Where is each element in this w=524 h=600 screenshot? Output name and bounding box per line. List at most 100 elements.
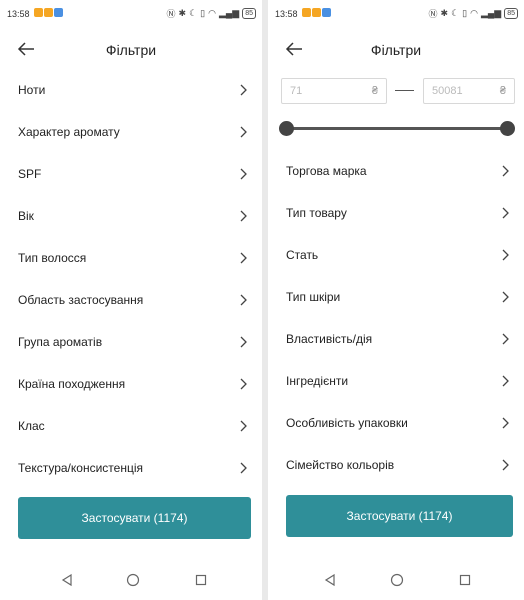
apply-button[interactable]: Застосувати (1174) xyxy=(286,495,513,537)
filter-row-hair-type[interactable]: Тип волосся xyxy=(18,237,248,279)
price-min-placeholder: 71 xyxy=(290,85,303,97)
chevron-right-icon xyxy=(240,84,247,96)
filter-row-skin-type[interactable]: Тип шкіри xyxy=(286,276,510,318)
chevron-right-icon xyxy=(502,459,509,471)
filter-row-aroma-character[interactable]: Характер аромату xyxy=(18,111,248,153)
currency-symbol: ₴ xyxy=(371,85,378,97)
system-icons: Ⓝ ✱ ☾ ▯ ◠ ▂▄▆ 85 xyxy=(167,7,256,20)
chevron-right-icon xyxy=(502,207,509,219)
status-time: 13:58 xyxy=(7,9,30,19)
chevron-right-icon xyxy=(240,294,247,306)
price-slider-max-handle[interactable] xyxy=(500,121,515,136)
chevron-right-icon xyxy=(502,291,509,303)
filter-row-product-type[interactable]: Тип товару xyxy=(286,192,510,234)
signal-icon: ▂▄▆ xyxy=(218,8,240,18)
vibrate-icon: ▯ xyxy=(200,8,206,18)
nav-back-icon[interactable] xyxy=(323,573,337,587)
dnd-icon: ✱ xyxy=(440,8,449,18)
filter-row-brand[interactable]: Торгова марка xyxy=(286,150,510,192)
filter-row-label: Текстура/консистенція xyxy=(18,461,143,475)
moon-icon: ☾ xyxy=(189,8,198,18)
filter-row-packaging[interactable]: Особливість упаковки xyxy=(286,402,510,444)
system-icons: Ⓝ ✱ ☾ ▯ ◠ ▂▄▆ 85 xyxy=(429,7,518,20)
system-nav-bar xyxy=(0,564,262,600)
battery-icon: 85 xyxy=(242,8,256,19)
filter-row-property[interactable]: Властивість/дія xyxy=(286,318,510,360)
nfc-icon: Ⓝ xyxy=(166,9,176,19)
filter-row-age[interactable]: Вік xyxy=(18,195,248,237)
filter-row-label: Торгова марка xyxy=(286,164,367,178)
nav-home-icon[interactable] xyxy=(126,573,140,587)
app-notification-icon xyxy=(54,8,63,17)
price-slider-track[interactable] xyxy=(286,127,508,130)
filters-screen-right: 13:58 Ⓝ ✱ ☾ ▯ ◠ ▂▄▆ 85 Фільтри 71 ₴ 5008… xyxy=(268,0,524,600)
chevron-right-icon xyxy=(240,378,247,390)
status-bar: 13:58 Ⓝ ✱ ☾ ▯ ◠ ▂▄▆ 85 xyxy=(268,0,524,28)
chevron-right-icon xyxy=(502,333,509,345)
signal-icon: ▂▄▆ xyxy=(480,8,502,18)
app-notification-icon xyxy=(312,8,321,17)
header: Фільтри xyxy=(0,32,262,68)
filter-row-label: Тип волосся xyxy=(18,251,87,265)
filter-row-notes[interactable]: Ноти xyxy=(18,69,248,111)
chevron-right-icon xyxy=(240,252,247,264)
page-title: Фільтри xyxy=(105,42,157,58)
chevron-right-icon xyxy=(240,168,247,180)
apply-button[interactable]: Застосувати (1174) xyxy=(18,497,251,539)
filter-row-label: Група ароматів xyxy=(18,335,103,349)
nav-recents-icon[interactable] xyxy=(194,573,208,587)
filter-row-class[interactable]: Клас xyxy=(18,405,248,447)
chevron-right-icon xyxy=(502,417,509,429)
filter-row-label: Особливість упаковки xyxy=(286,416,408,430)
app-notification-icon xyxy=(34,8,43,17)
filter-row-ingredients[interactable]: Інгредієнти xyxy=(286,360,510,402)
filter-row-label: SPF xyxy=(18,167,42,181)
filter-row-texture[interactable]: Текстура/консистенція xyxy=(18,447,248,489)
filter-row-label: Тип шкіри xyxy=(286,290,341,304)
chevron-right-icon xyxy=(240,420,247,432)
moon-icon: ☾ xyxy=(451,8,460,18)
filter-row-label: Клас xyxy=(18,419,45,433)
battery-icon: 85 xyxy=(504,8,518,19)
status-time: 13:58 xyxy=(275,9,298,19)
filter-row-label: Країна походження xyxy=(18,377,126,391)
filter-row-label: Тип товару xyxy=(286,206,347,220)
nav-home-icon[interactable] xyxy=(390,573,404,587)
filter-row-spf[interactable]: SPF xyxy=(18,153,248,195)
wifi-icon: ◠ xyxy=(470,8,478,18)
filter-row-label: Стать xyxy=(286,248,319,262)
filter-row-label: Вік xyxy=(18,209,34,223)
price-min-input[interactable]: 71 ₴ xyxy=(281,78,387,104)
dnd-icon: ✱ xyxy=(178,8,187,18)
app-notification-icon xyxy=(44,8,53,17)
chevron-right-icon xyxy=(502,165,509,177)
filter-row-country[interactable]: Країна походження xyxy=(18,363,248,405)
chevron-right-icon xyxy=(240,462,247,474)
filter-row-application-area[interactable]: Область застосування xyxy=(18,279,248,321)
wifi-icon: ◠ xyxy=(208,8,216,18)
price-slider-min-handle[interactable] xyxy=(279,121,294,136)
filter-row-gender[interactable]: Стать xyxy=(286,234,510,276)
chevron-right-icon xyxy=(502,249,509,261)
header: Фільтри xyxy=(268,32,524,68)
price-max-placeholder: 50081 xyxy=(432,85,463,97)
filter-row-label: Властивість/дія xyxy=(286,332,373,346)
filter-row-color-family[interactable]: Сімейство кольорів xyxy=(286,444,510,486)
vibrate-icon: ▯ xyxy=(462,8,468,18)
price-max-input[interactable]: 50081 ₴ xyxy=(423,78,515,104)
currency-symbol: ₴ xyxy=(499,85,506,97)
system-nav-bar xyxy=(268,564,524,600)
filters-screen-left: 13:58 Ⓝ ✱ ☾ ▯ ◠ ▂▄▆ 85 Фільтри Ноти Хара… xyxy=(0,0,262,600)
filter-row-label: Характер аромату xyxy=(18,125,120,139)
filter-row-aroma-group[interactable]: Група ароматів xyxy=(18,321,248,363)
nfc-icon: Ⓝ xyxy=(428,9,438,19)
nav-back-icon[interactable] xyxy=(60,573,74,587)
filter-row-label: Область застосування xyxy=(18,293,144,307)
filter-row-label: Сімейство кольорів xyxy=(286,458,395,472)
chevron-right-icon xyxy=(240,126,247,138)
notification-icons xyxy=(34,8,63,17)
notification-icons xyxy=(302,8,331,17)
chevron-right-icon xyxy=(240,210,247,222)
nav-recents-icon[interactable] xyxy=(458,573,472,587)
filter-row-label: Ноти xyxy=(18,83,46,97)
